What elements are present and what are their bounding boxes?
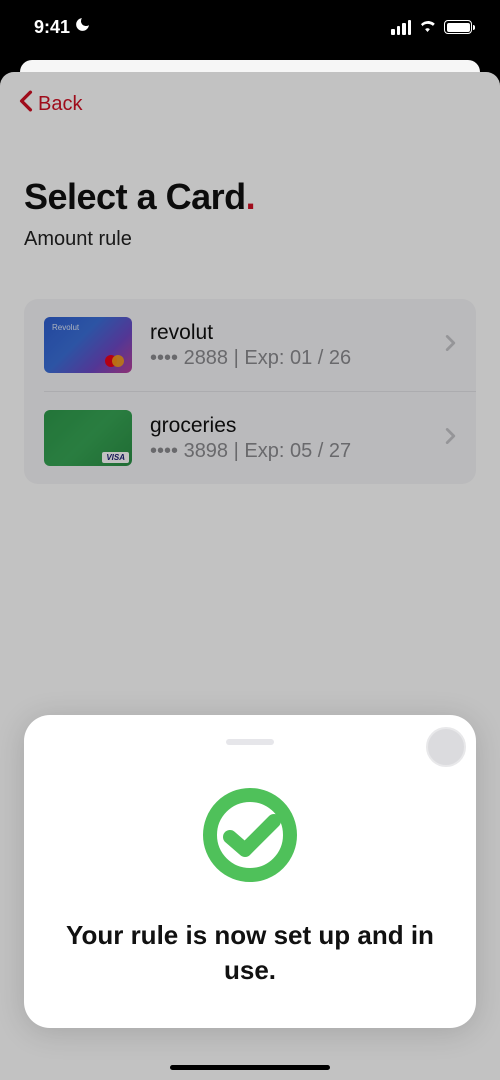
checkmark-circle-icon [200,785,300,890]
home-indicator[interactable] [170,1065,330,1071]
success-sheet: Your rule is now set up and in use. [24,715,476,1028]
success-icon-wrap [52,785,448,890]
status-right [391,18,472,37]
status-bar: 9:41 [0,0,500,54]
cellular-icon [391,20,411,35]
close-button[interactable] [426,727,466,767]
status-left: 9:41 [34,16,91,38]
battery-icon [444,20,472,34]
success-message: Your rule is now set up and in use. [52,918,448,988]
wifi-icon [418,18,437,37]
status-time: 9:41 [34,17,70,38]
dnd-moon-icon [74,16,91,38]
sheet-grabber[interactable] [226,739,274,745]
